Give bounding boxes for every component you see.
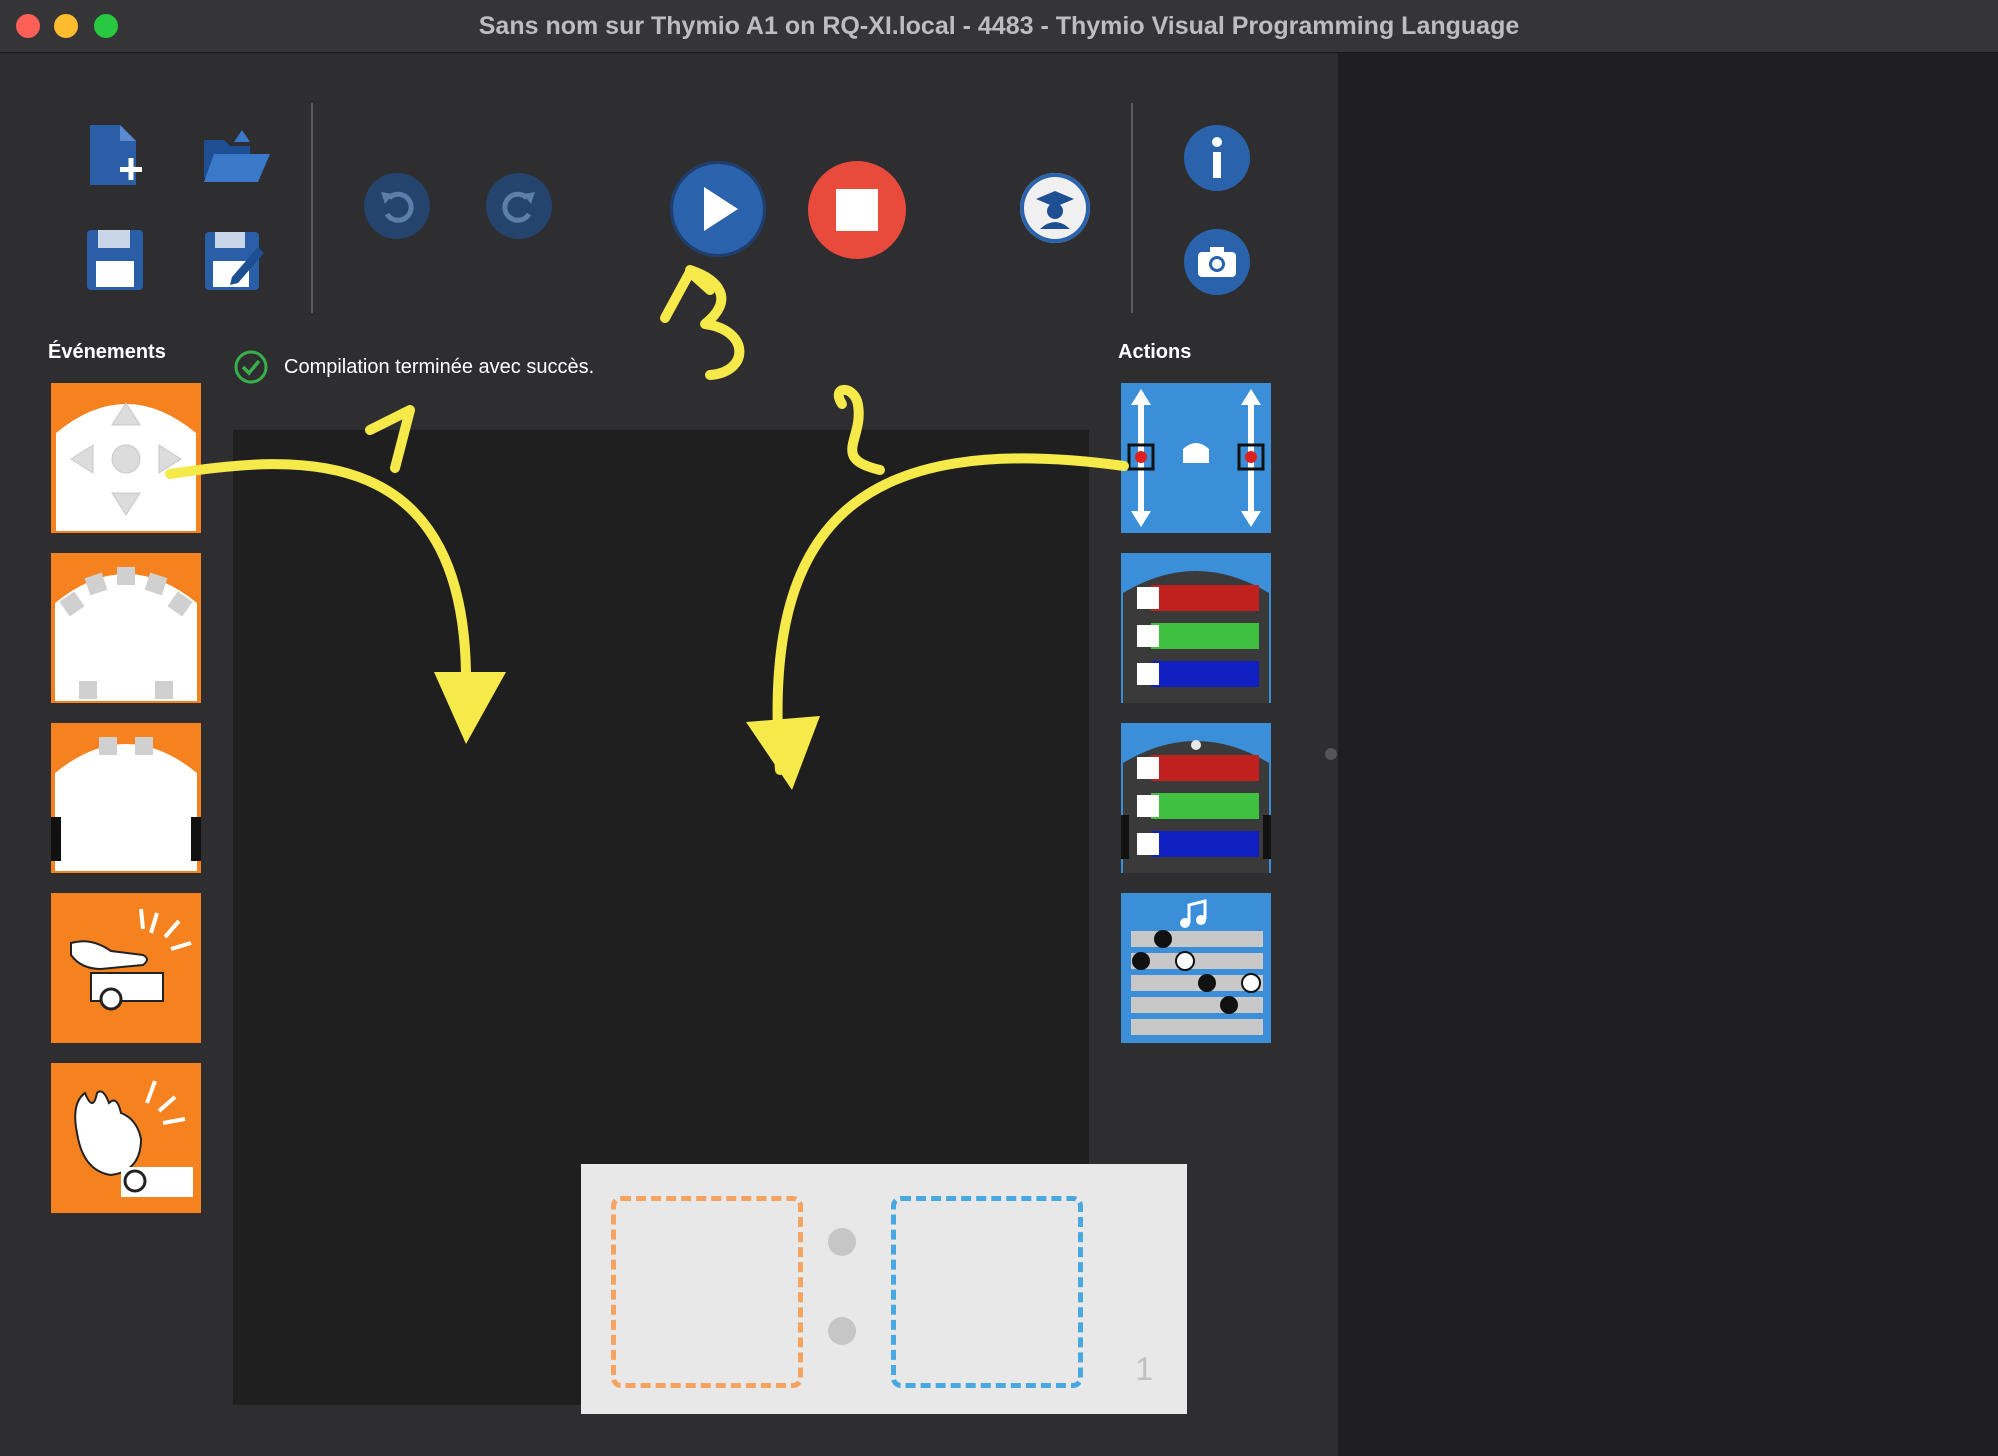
toolbar-divider-right <box>1131 103 1133 313</box>
redo-button[interactable] <box>486 173 552 239</box>
robot-ground-icon <box>51 737 201 871</box>
play-icon <box>704 187 738 231</box>
motors-icon <box>1127 389 1265 527</box>
undo-icon <box>381 191 414 223</box>
robot-proximity-icon <box>55 567 197 701</box>
new-file-button[interactable] <box>80 121 150 191</box>
bottom-color-icon <box>1121 740 1271 873</box>
camera-icon <box>1198 247 1236 277</box>
connector-dot <box>828 1228 856 1256</box>
undo-button[interactable] <box>364 173 430 239</box>
program-canvas[interactable]: 1 <box>233 430 1187 1414</box>
robot-buttons-icon <box>56 402 196 531</box>
clap-icon <box>74 1080 193 1197</box>
row-number: 1 <box>1135 1351 1153 1387</box>
tap-icon <box>70 908 192 1011</box>
save-icon <box>87 230 143 290</box>
actions-label: Actions <box>1118 341 1192 363</box>
event-drop-slot[interactable] <box>611 1196 803 1388</box>
splitter-handle[interactable] <box>1325 748 1337 760</box>
music-action-block[interactable] <box>1121 893 1271 1043</box>
stop-icon <box>836 189 878 231</box>
proximity-event-block[interactable] <box>51 553 201 703</box>
stop-button[interactable] <box>808 161 906 259</box>
screenshot-button[interactable] <box>1184 229 1250 295</box>
success-check-icon <box>234 350 268 384</box>
save-as-icon <box>205 232 264 290</box>
title-bar: Sans nom sur Thymio A1 on RQ-XI.local - … <box>0 0 1998 53</box>
tap-event-block[interactable] <box>51 893 201 1043</box>
bottom-color-action-block[interactable] <box>1121 723 1271 873</box>
open-folder-icon <box>204 130 270 182</box>
save-as-button[interactable] <box>198 223 272 297</box>
redo-icon <box>502 191 535 223</box>
music-icon <box>1131 899 1263 1035</box>
buttons-event-block[interactable] <box>51 383 201 533</box>
save-button[interactable] <box>80 223 150 297</box>
top-color-action-block[interactable] <box>1121 553 1271 703</box>
info-button[interactable] <box>1184 125 1250 191</box>
ground-event-block[interactable] <box>51 723 201 873</box>
status-message: Compilation terminée avec succès. <box>284 355 595 378</box>
toolbar-divider <box>311 103 313 313</box>
events-label: Événements <box>48 341 166 363</box>
open-file-button[interactable] <box>198 121 274 191</box>
graduate-icon <box>1036 191 1074 229</box>
window-title: Sans nom sur Thymio A1 on RQ-XI.local - … <box>478 12 1520 40</box>
info-icon <box>1212 137 1222 178</box>
side-pane <box>1338 53 1998 1456</box>
compilation-status: Compilation terminée avec succès. <box>233 349 594 385</box>
advanced-mode-button[interactable] <box>1020 173 1090 243</box>
run-button[interactable] <box>670 161 766 257</box>
action-drop-slot[interactable] <box>891 1196 1083 1388</box>
motors-action-block[interactable] <box>1121 383 1271 533</box>
app-window: Sans nom sur Thymio A1 on RQ-XI.local - … <box>0 0 1998 1456</box>
event-action-pair[interactable]: 1 <box>581 1164 1187 1414</box>
connector-dot <box>828 1317 856 1345</box>
new-file-icon <box>90 125 142 185</box>
clap-event-block[interactable] <box>51 1063 201 1213</box>
top-color-icon <box>1123 571 1269 703</box>
